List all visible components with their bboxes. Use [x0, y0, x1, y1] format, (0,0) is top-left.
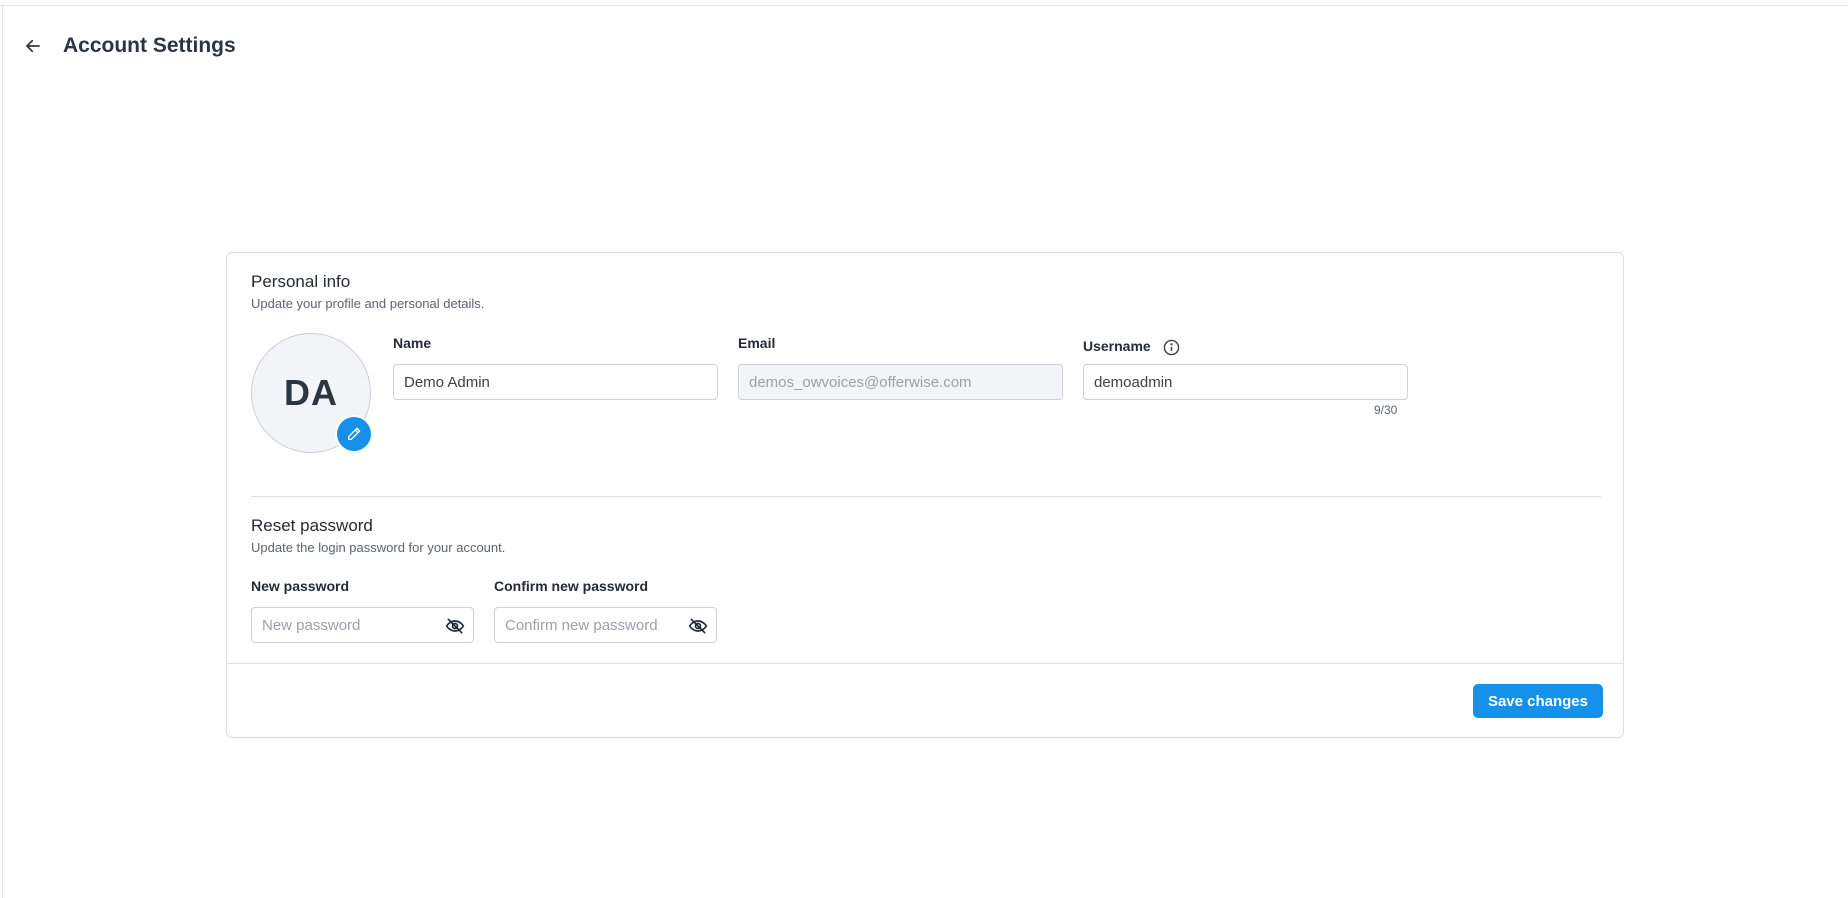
name-input[interactable]: Demo Admin — [393, 364, 718, 400]
section-divider — [251, 496, 1601, 497]
new-password-placeholder: New password — [262, 616, 361, 634]
eye-off-icon[interactable] — [445, 616, 465, 636]
back-button[interactable] — [20, 33, 46, 59]
new-password-label: New password — [251, 578, 350, 594]
page-title: Account Settings — [63, 34, 236, 57]
username-char-count: 9/30 — [1374, 403, 1398, 417]
name-label: Name — [393, 335, 432, 351]
username-label: Username — [1083, 338, 1151, 354]
footer-divider — [227, 663, 1623, 664]
email-label: Email — [738, 335, 776, 351]
left-divider — [2, 5, 3, 898]
info-icon[interactable] — [1163, 339, 1180, 356]
save-changes-button[interactable]: Save changes — [1472, 684, 1603, 718]
new-password-input[interactable]: New password — [251, 607, 474, 643]
username-value: demoadmin — [1094, 373, 1173, 391]
username-label-row: Username — [1083, 338, 1180, 356]
email-input: demos_owvoices@offerwise.com — [738, 364, 1063, 400]
avatar-initials: DA — [284, 372, 338, 413]
email-value: demos_owvoices@offerwise.com — [749, 373, 972, 391]
confirm-password-input[interactable]: Confirm new password — [494, 607, 717, 643]
name-value: Demo Admin — [404, 373, 490, 391]
settings-card: Personal info Update your profile and pe… — [226, 252, 1624, 738]
avatar-edit-button[interactable] — [337, 417, 371, 451]
account-settings-page: Account Settings Personal info Update yo… — [0, 0, 1848, 898]
confirm-password-label: Confirm new password — [494, 578, 649, 594]
username-input[interactable]: demoadmin — [1083, 364, 1408, 400]
personal-info-subtitle: Update your profile and personal details… — [251, 296, 485, 311]
pencil-icon — [348, 427, 361, 440]
top-divider — [0, 5, 1848, 6]
reset-password-title: Reset password — [251, 516, 373, 535]
eye-off-icon[interactable] — [688, 616, 708, 636]
confirm-password-placeholder: Confirm new password — [505, 616, 658, 634]
page-header: Account Settings — [20, 30, 236, 62]
arrow-left-icon — [26, 39, 40, 53]
personal-info-title: Personal info — [251, 272, 351, 291]
reset-password-subtitle: Update the login password for your accou… — [251, 540, 506, 555]
